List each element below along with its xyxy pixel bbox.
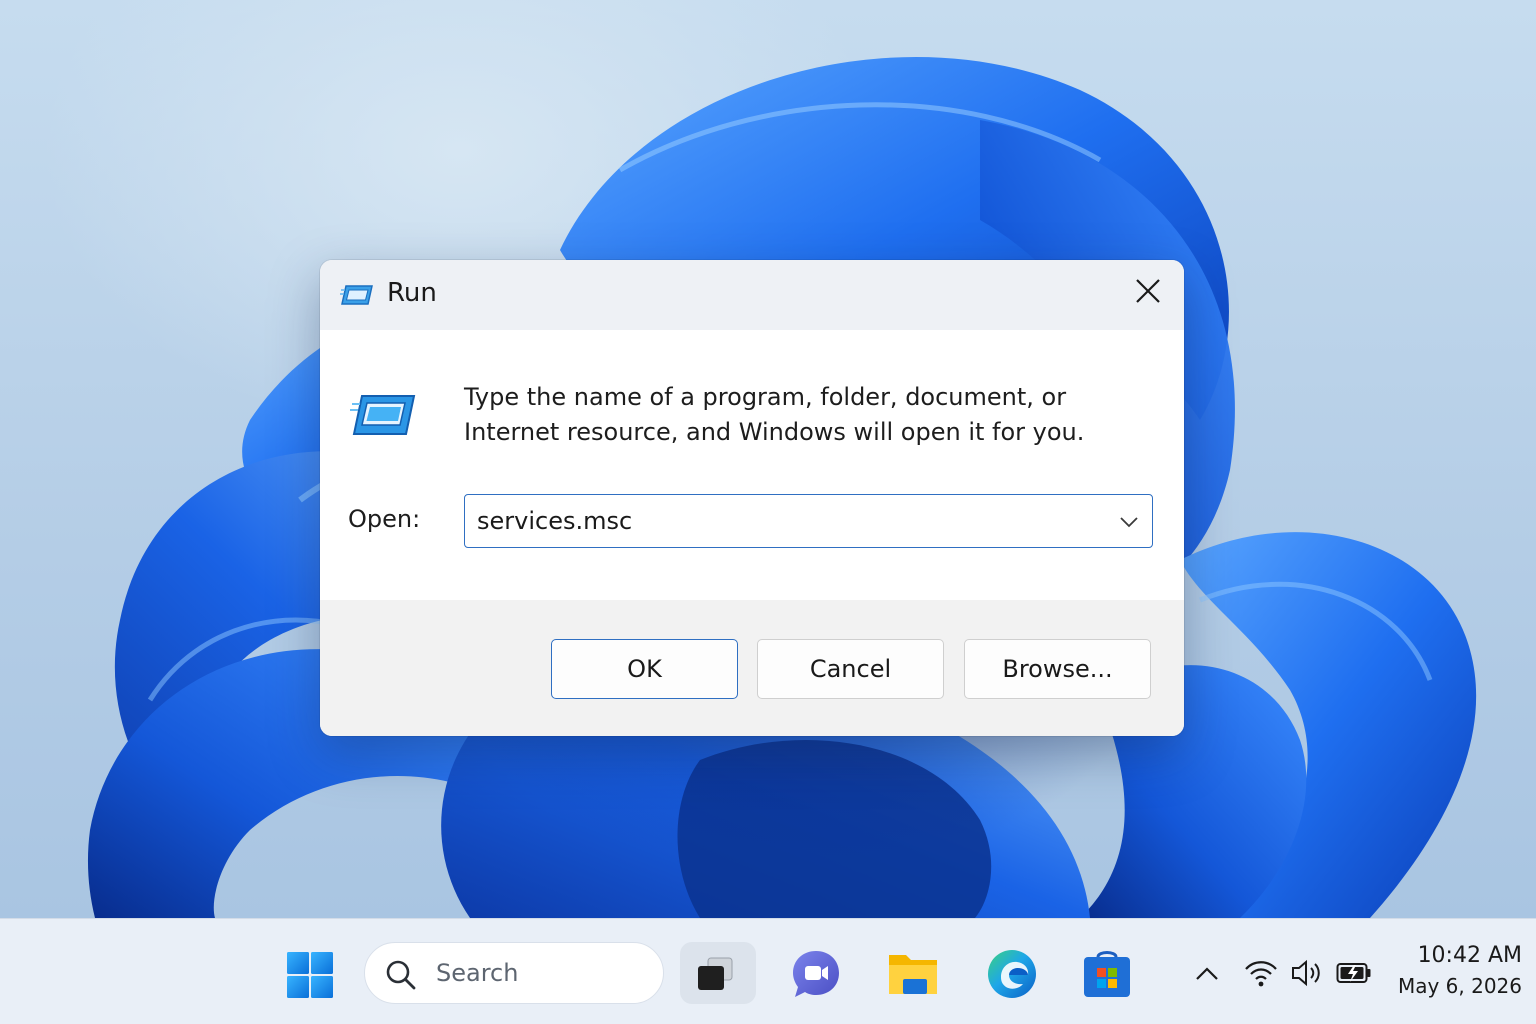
clock-time: 10:42 AM (1417, 943, 1522, 968)
task-view-icon (680, 957, 756, 1008)
edge-icon (985, 950, 1039, 1005)
volume-button[interactable] (1290, 957, 1326, 989)
chevron-up-icon (1192, 967, 1222, 993)
teams-app-button[interactable] (789, 947, 843, 1001)
ok-button[interactable]: OK (551, 639, 738, 699)
taskbar-search-box[interactable]: Search (364, 942, 664, 1004)
dialog-titlebar[interactable]: Run (320, 260, 1184, 330)
clock-date: May 6, 2026 (1397, 974, 1522, 998)
dialog-content: Type the name of a program, folder, docu… (320, 330, 1184, 600)
microsoft-store-button[interactable] (1080, 947, 1134, 1001)
cancel-button[interactable]: Cancel (757, 639, 944, 699)
search-placeholder: Search (436, 959, 519, 987)
run-app-icon (340, 280, 374, 310)
taskbar-clock[interactable]: 10:42 AM May 6, 2026 (1392, 941, 1522, 1001)
task-view-button[interactable] (680, 942, 756, 1004)
dialog-description: Type the name of a program, folder, docu… (464, 383, 1085, 446)
dialog-title: Run (387, 278, 437, 308)
close-button[interactable] (1112, 260, 1184, 326)
open-label: Open: (348, 505, 421, 533)
dialog-footer: OK Cancel Browse... (320, 600, 1184, 736)
close-icon (1135, 278, 1161, 308)
browse-button[interactable]: Browse... (964, 639, 1151, 699)
volume-icon (1290, 959, 1326, 993)
edge-browser-button[interactable] (985, 947, 1039, 1001)
run-dialog: Run Type the name of a program, folder, … (320, 260, 1184, 736)
taskbar: Search 10:42 AM May 6, 2026 (0, 918, 1536, 1024)
battery-icon (1336, 963, 1372, 991)
battery-button[interactable] (1336, 959, 1372, 987)
teams-chat-icon (789, 951, 843, 1005)
network-button[interactable] (1244, 957, 1278, 989)
file-explorer-button[interactable] (886, 949, 940, 999)
search-icon (385, 959, 417, 991)
show-hidden-icons-button[interactable] (1192, 959, 1222, 989)
open-input[interactable] (477, 505, 1087, 537)
windows-logo-icon (286, 952, 334, 1003)
open-combobox[interactable] (464, 494, 1153, 548)
chevron-down-icon[interactable] (1116, 509, 1142, 535)
start-button[interactable] (286, 951, 334, 999)
folder-icon (886, 955, 940, 1003)
run-large-icon (350, 392, 416, 438)
store-bag-icon (1080, 951, 1134, 1005)
wifi-icon (1244, 961, 1278, 993)
